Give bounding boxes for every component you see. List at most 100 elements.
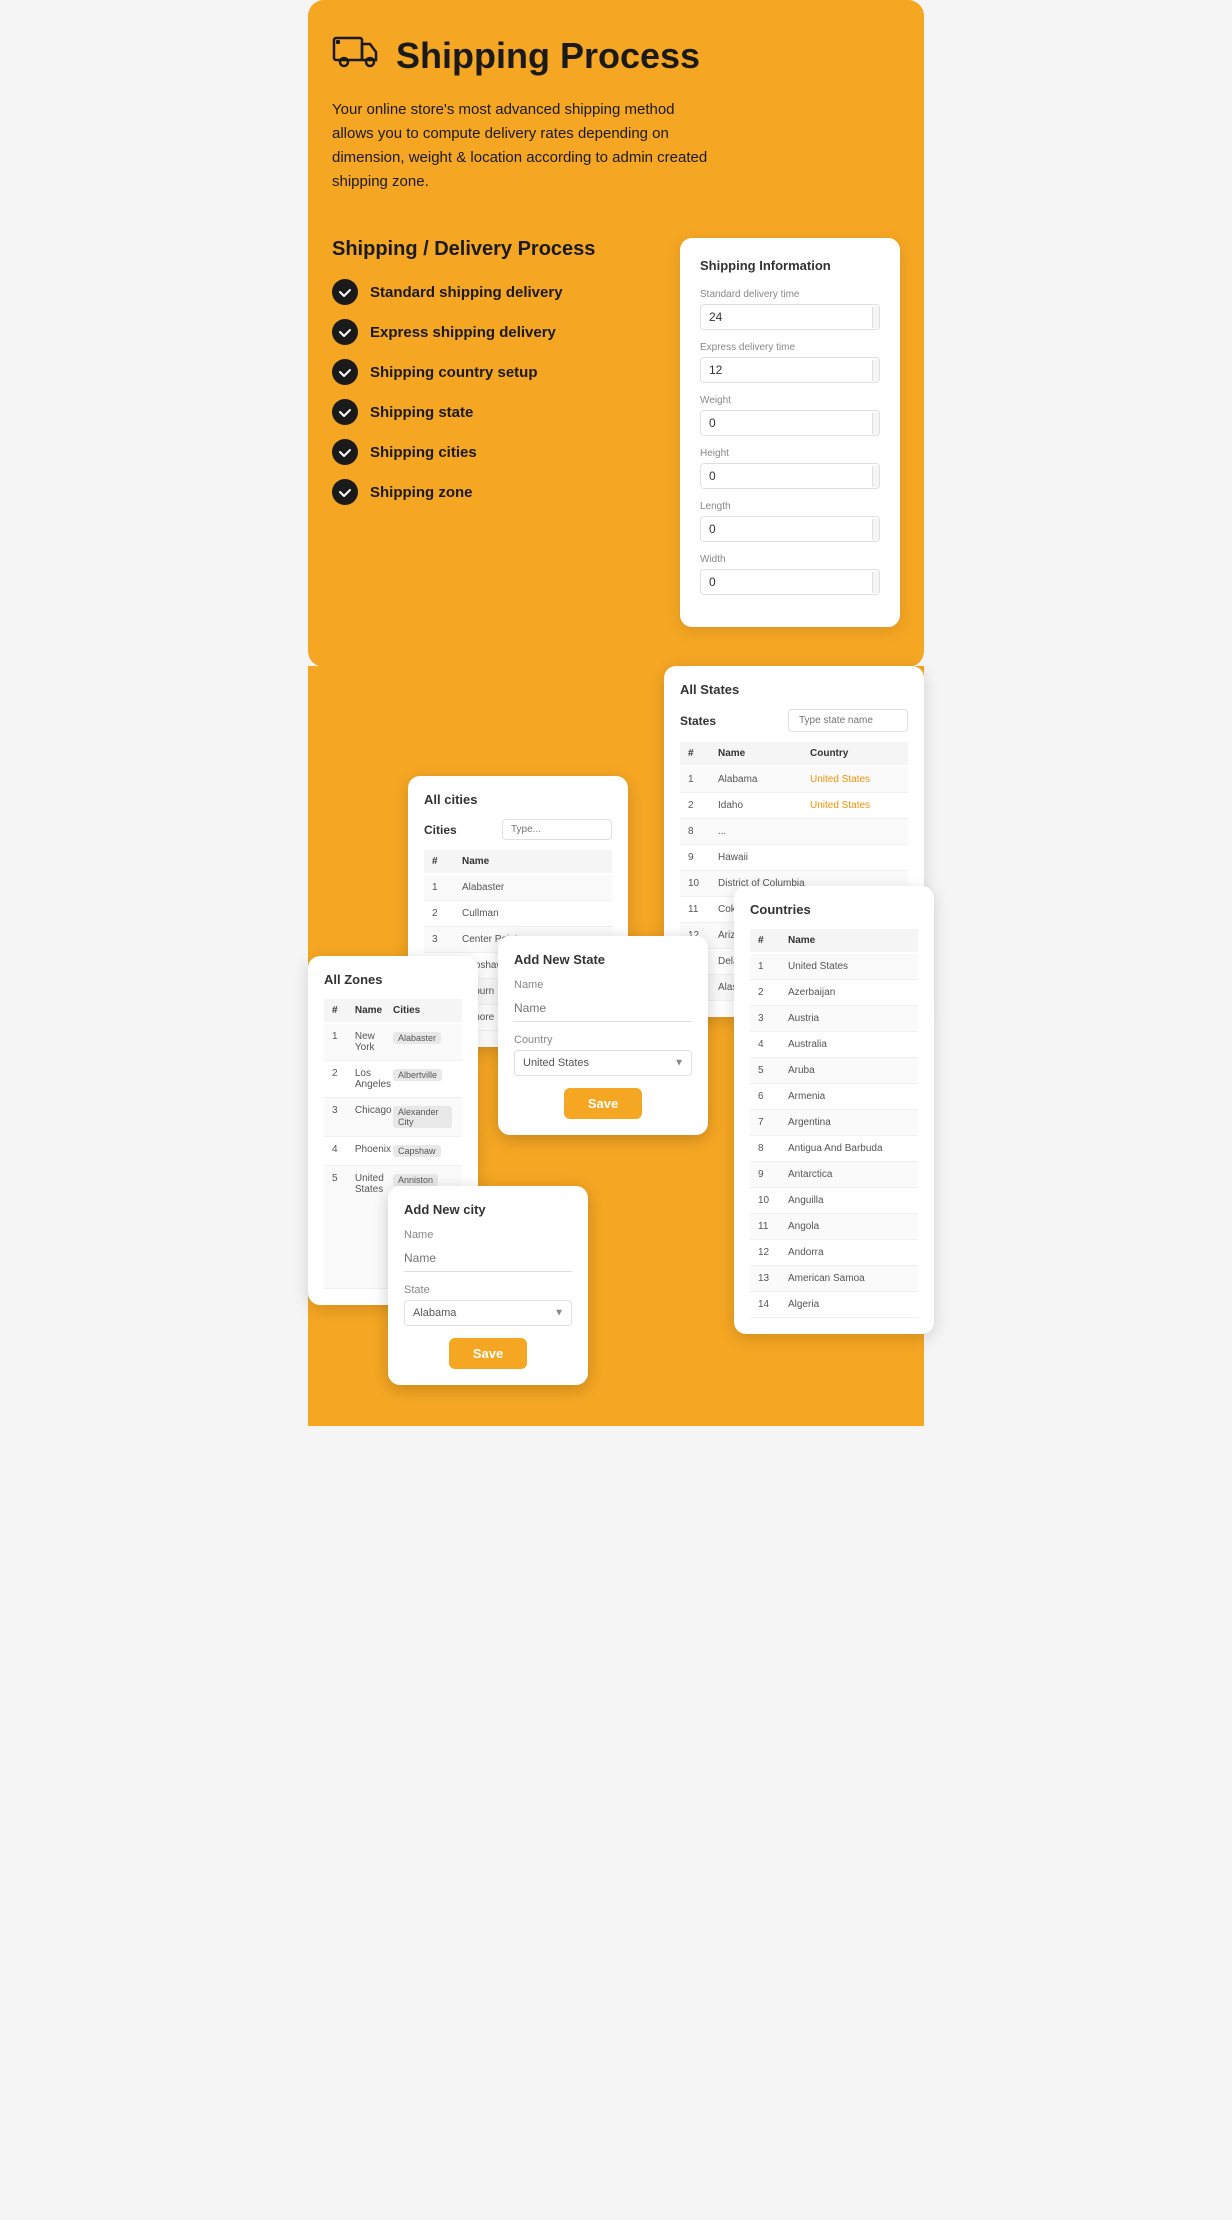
row-num: 1: [432, 882, 462, 893]
field-input[interactable]: [701, 464, 872, 488]
city-name-field: Name: [404, 1229, 572, 1272]
process-item-label: Shipping state: [370, 404, 473, 421]
row-name: New York: [355, 1031, 393, 1053]
all-states-title: All States: [680, 682, 908, 697]
header-section: Shipping Process Your online store's mos…: [308, 0, 924, 667]
layers-container: All States States # Name Country 1 Alaba…: [308, 666, 924, 1366]
field-unit: hr(s): [872, 307, 880, 328]
table-row: 2 Idaho United States: [680, 793, 908, 819]
row-name: Cullman: [462, 908, 604, 919]
row-num: 9: [758, 1169, 788, 1180]
row-name: Azerbaijan: [788, 987, 910, 998]
table-row: 14 Algeria: [750, 1292, 918, 1318]
row-num: 5: [758, 1065, 788, 1076]
row-num: 12: [758, 1247, 788, 1258]
shipping-field: Weight gm: [700, 395, 880, 436]
field-input[interactable]: [701, 570, 872, 594]
process-item-label: Express shipping delivery: [370, 324, 556, 341]
row-num: 7: [758, 1117, 788, 1128]
row-num: 11: [758, 1221, 788, 1232]
state-country-select[interactable]: United States: [514, 1050, 692, 1076]
state-name-input[interactable]: [514, 995, 692, 1022]
field-input[interactable]: [701, 517, 872, 541]
page-title: Shipping Process: [396, 35, 700, 77]
row-name: Alabama: [718, 774, 810, 785]
cities-search-input[interactable]: [502, 819, 612, 840]
field-input-row: gm: [700, 410, 880, 436]
row-num: 8: [688, 826, 718, 837]
city-state-select[interactable]: Alabama: [404, 1300, 572, 1326]
countries-title: Countries: [750, 902, 918, 917]
table-row: 2 Los Angeles Albertville: [324, 1061, 462, 1098]
field-input[interactable]: [701, 411, 872, 435]
row-num: 1: [758, 961, 788, 972]
process-item-label: Standard shipping delivery: [370, 284, 563, 301]
row-name: United States: [355, 1173, 393, 1195]
city-tag: Anniston: [393, 1174, 438, 1186]
table-row: 3 Chicago Alexander City: [324, 1098, 462, 1137]
table-row: 1 Alabaster: [424, 875, 612, 901]
process-title: Shipping / Delivery Process: [332, 238, 660, 261]
city-state-field: State Alabama ▼: [404, 1284, 572, 1326]
row-num: 1: [332, 1031, 355, 1042]
states-col-hash: #: [688, 748, 718, 759]
city-tag: Albertville: [393, 1069, 442, 1081]
table-row: 9 Hawaii: [680, 845, 908, 871]
process-item-label: Shipping country setup: [370, 364, 538, 381]
states-col-name: Name: [718, 748, 810, 759]
field-unit: gm: [872, 413, 880, 434]
cities-label: Cities: [424, 823, 457, 837]
row-name: Hawaii: [718, 852, 810, 863]
city-name-label: Name: [404, 1229, 572, 1241]
field-input[interactable]: [701, 305, 872, 329]
row-name: American Samoa: [788, 1273, 910, 1284]
state-country-field: Country United States ▼: [514, 1034, 692, 1076]
row-num: 2: [332, 1068, 355, 1079]
all-cities-title: All cities: [424, 792, 612, 807]
table-row: 5 Aruba: [750, 1058, 918, 1084]
process-list: Shipping / Delivery Process Standard shi…: [332, 238, 660, 519]
city-tag: Alabaster: [393, 1032, 441, 1044]
row-name: Australia: [788, 1039, 910, 1050]
row-name: Los Angeles: [355, 1068, 393, 1090]
row-name: Antarctica: [788, 1169, 910, 1180]
table-row: 4 Phoenix Capshaw: [324, 1137, 462, 1166]
row-name: United States: [788, 961, 910, 972]
row-num: 11: [688, 904, 718, 915]
states-search-input[interactable]: [788, 709, 908, 732]
states-col-country: Country: [810, 748, 900, 759]
table-row: 2 Azerbaijan: [750, 980, 918, 1006]
cities-col-name: Name: [462, 856, 604, 867]
check-icon: [332, 359, 358, 385]
row-name: Aruba: [788, 1065, 910, 1076]
add-city-save-button[interactable]: Save: [449, 1338, 527, 1369]
row-num: 10: [688, 878, 718, 889]
header-area: Shipping Process Your online store's mos…: [332, 30, 900, 218]
table-row: 6 Armenia: [750, 1084, 918, 1110]
table-row: 4 Australia: [750, 1032, 918, 1058]
row-num: 9: [688, 852, 718, 863]
row-cities: Alexander City: [393, 1105, 454, 1129]
row-name: ...: [718, 826, 810, 837]
states-table-header: # Name Country: [680, 742, 908, 765]
shipping-field: Length cm: [700, 501, 880, 542]
process-section: Shipping / Delivery Process Standard shi…: [332, 218, 900, 667]
add-state-save-button[interactable]: Save: [564, 1088, 642, 1119]
shipping-field: Width cm: [700, 554, 880, 595]
field-label: Standard delivery time: [700, 289, 880, 300]
row-name: Angola: [788, 1221, 910, 1232]
add-state-title: Add New State: [514, 952, 692, 967]
truck-icon: [332, 30, 384, 82]
cities-col-hash: #: [432, 856, 462, 867]
row-name: Chicago: [355, 1105, 393, 1116]
city-name-input[interactable]: [404, 1245, 572, 1272]
process-item: Shipping state: [332, 399, 660, 425]
countries-card: Countries # Name 1 United States 2 Azerb…: [734, 886, 934, 1334]
zones-col-hash: #: [332, 1005, 355, 1016]
shipping-field: Standard delivery time hr(s): [700, 289, 880, 330]
process-item: Shipping country setup: [332, 359, 660, 385]
table-row: 1 United States: [750, 954, 918, 980]
check-icon: [332, 479, 358, 505]
field-input-row: hr(s): [700, 357, 880, 383]
field-input[interactable]: [701, 358, 872, 382]
